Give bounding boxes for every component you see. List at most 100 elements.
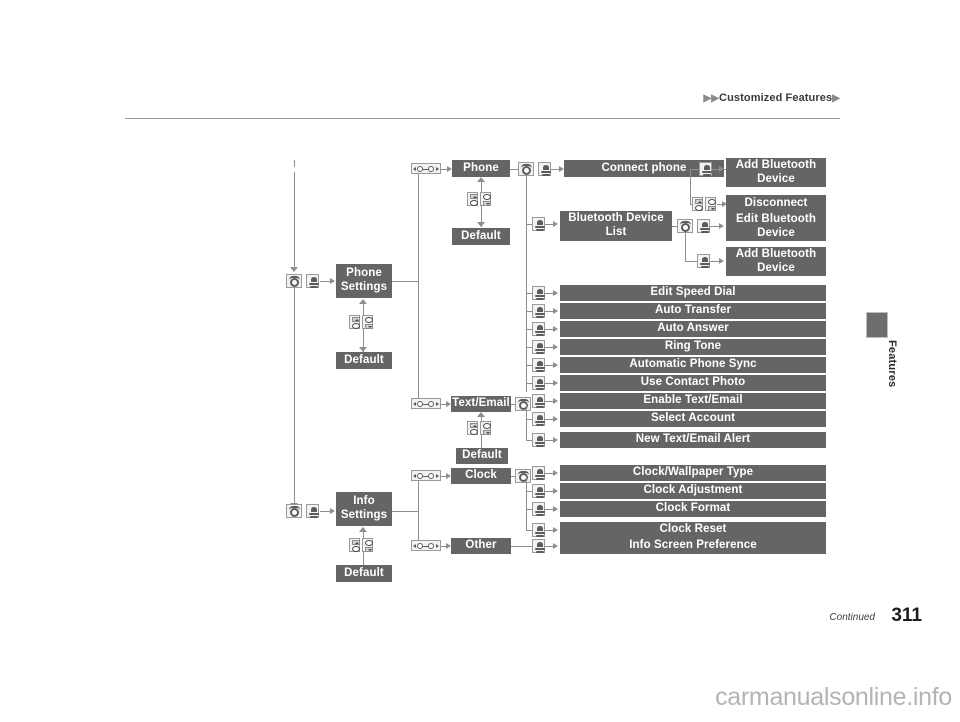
connector-arrow (719, 222, 724, 229)
node-edit-speed-dial[interactable]: Edit Speed Dial (560, 285, 826, 301)
enter-button-icon[interactable] (532, 322, 545, 336)
node-clock-wallpaper-type[interactable]: Clock/Wallpaper Type (560, 465, 826, 481)
connector-arrow (553, 361, 558, 368)
node-add-bluetooth-device-2[interactable]: Add Bluetooth Device (726, 247, 826, 276)
rotary-knob-icon[interactable] (677, 219, 693, 233)
node-default-text-email-label: Default (462, 449, 502, 462)
node-ring-tone[interactable]: Ring Tone (560, 339, 826, 355)
node-clock-adjustment[interactable]: Clock Adjustment (560, 483, 826, 499)
node-clock-format-label: Clock Format (655, 502, 731, 515)
selector-down-icon[interactable] (362, 538, 373, 552)
connector (690, 169, 699, 170)
selector-down-icon[interactable] (705, 197, 716, 211)
node-new-text-email-alert[interactable]: New Text/Email Alert (560, 432, 826, 448)
node-clock-wallpaper-type-label: Clock/Wallpaper Type (632, 466, 754, 479)
enter-button-icon[interactable] (697, 254, 710, 268)
enter-button-icon[interactable] (532, 286, 545, 300)
connector-arrow (553, 307, 558, 314)
enter-button-icon[interactable] (538, 162, 551, 176)
enter-button-icon[interactable] (532, 523, 545, 537)
selector-up-icon[interactable] (349, 538, 360, 552)
menu-strip-icon[interactable] (411, 470, 441, 481)
rotary-knob-icon[interactable] (515, 397, 531, 411)
node-bluetooth-device-list[interactable]: Bluetooth Device List (560, 211, 672, 241)
node-info-settings[interactable]: Info Settings (336, 492, 392, 526)
selector-up-icon[interactable] (467, 192, 478, 206)
node-edit-speed-dial-label: Edit Speed Dial (650, 286, 736, 299)
node-info-screen-preference[interactable]: Info Screen Preference (560, 538, 826, 554)
clock-items-rail (526, 476, 527, 530)
default-link-arrow-up-2 (477, 177, 485, 182)
node-add-bluetooth-device-1[interactable]: Add Bluetooth Device (726, 158, 826, 187)
enter-button-icon[interactable] (699, 162, 712, 176)
node-clock-format[interactable]: Clock Format (560, 501, 826, 517)
rotary-knob-icon[interactable] (518, 162, 534, 176)
enter-button-icon[interactable] (306, 274, 319, 288)
node-enable-text-email-label: Enable Text/Email (643, 394, 743, 407)
node-connect-phone-label: Connect phone (601, 161, 687, 174)
connector-arrow (553, 220, 558, 227)
enter-button-icon[interactable] (532, 502, 545, 516)
enter-button-icon[interactable] (532, 304, 545, 318)
connector-arrow (553, 325, 558, 332)
rotary-knob-icon[interactable] (286, 504, 302, 518)
node-default-info-settings[interactable]: Default (336, 565, 392, 582)
node-auto-answer-label: Auto Answer (657, 322, 729, 335)
node-default-text-email[interactable]: Default (456, 448, 508, 464)
enter-button-icon[interactable] (532, 412, 545, 426)
enter-button-icon[interactable] (532, 466, 545, 480)
node-clock[interactable]: Clock (451, 468, 511, 484)
node-default-phone-settings[interactable]: Default (336, 352, 392, 369)
node-auto-answer[interactable]: Auto Answer (560, 321, 826, 337)
connector-arrow (553, 542, 558, 549)
node-phone-settings[interactable]: Phone Settings (336, 264, 392, 298)
bt-list-children-rail (685, 233, 686, 261)
node-other-label: Other (465, 539, 497, 552)
node-disconnect[interactable]: Disconnect (726, 195, 826, 212)
node-use-contact-photo[interactable]: Use Contact Photo (560, 375, 826, 391)
node-edit-bluetooth-device[interactable]: Edit Bluetooth Device (726, 212, 826, 241)
selector-up-icon[interactable] (692, 197, 703, 211)
node-automatic-phone-sync[interactable]: Automatic Phone Sync (560, 357, 826, 373)
selector-up-icon[interactable] (467, 421, 478, 435)
connector-arrow (553, 379, 558, 386)
node-add-bluetooth-device-2-label: Add Bluetooth Device (735, 247, 817, 274)
connector-arrow (553, 343, 558, 350)
enter-button-icon[interactable] (697, 219, 710, 233)
enter-button-icon[interactable] (532, 484, 545, 498)
rotary-knob-icon[interactable] (515, 469, 531, 483)
node-clock-reset[interactable]: Clock Reset (560, 522, 826, 538)
selector-down-icon[interactable] (480, 192, 491, 206)
node-other[interactable]: Other (451, 538, 511, 554)
selector-up-icon[interactable] (349, 315, 360, 329)
connector-arrow (719, 257, 724, 264)
node-enable-text-email[interactable]: Enable Text/Email (560, 393, 826, 409)
enter-button-icon[interactable] (532, 340, 545, 354)
branch-vert-phone-settings (418, 169, 419, 405)
enter-button-icon[interactable] (306, 504, 319, 518)
node-auto-transfer[interactable]: Auto Transfer (560, 303, 826, 319)
enter-button-icon[interactable] (532, 394, 545, 408)
menu-strip-icon[interactable] (411, 398, 441, 409)
rotary-knob-icon[interactable] (286, 274, 302, 288)
selector-down-icon[interactable] (480, 421, 491, 435)
enter-button-icon[interactable] (532, 433, 545, 447)
enter-button-icon[interactable] (532, 376, 545, 390)
menu-strip-icon[interactable] (411, 540, 441, 551)
node-phone-settings-label: Phone Settings (340, 267, 388, 293)
selector-down-icon[interactable] (362, 315, 373, 329)
enter-button-icon[interactable] (532, 539, 545, 553)
node-text-email[interactable]: Text/Email (451, 396, 511, 412)
connector (685, 261, 697, 262)
enter-button-icon[interactable] (532, 217, 545, 231)
node-default-phone[interactable]: Default (452, 228, 510, 245)
enter-button-icon[interactable] (532, 358, 545, 372)
branch-out-phone-settings (392, 281, 418, 282)
branch-out-info-settings (392, 511, 418, 512)
menu-strip-icon[interactable] (411, 163, 441, 174)
text-email-items-rail (526, 404, 527, 440)
manual-page: ▶▶Customized Features▶ Features Continue… (0, 0, 960, 722)
node-phone[interactable]: Phone (452, 160, 510, 177)
connector-arrow (553, 436, 558, 443)
node-select-account[interactable]: Select Account (560, 411, 826, 427)
